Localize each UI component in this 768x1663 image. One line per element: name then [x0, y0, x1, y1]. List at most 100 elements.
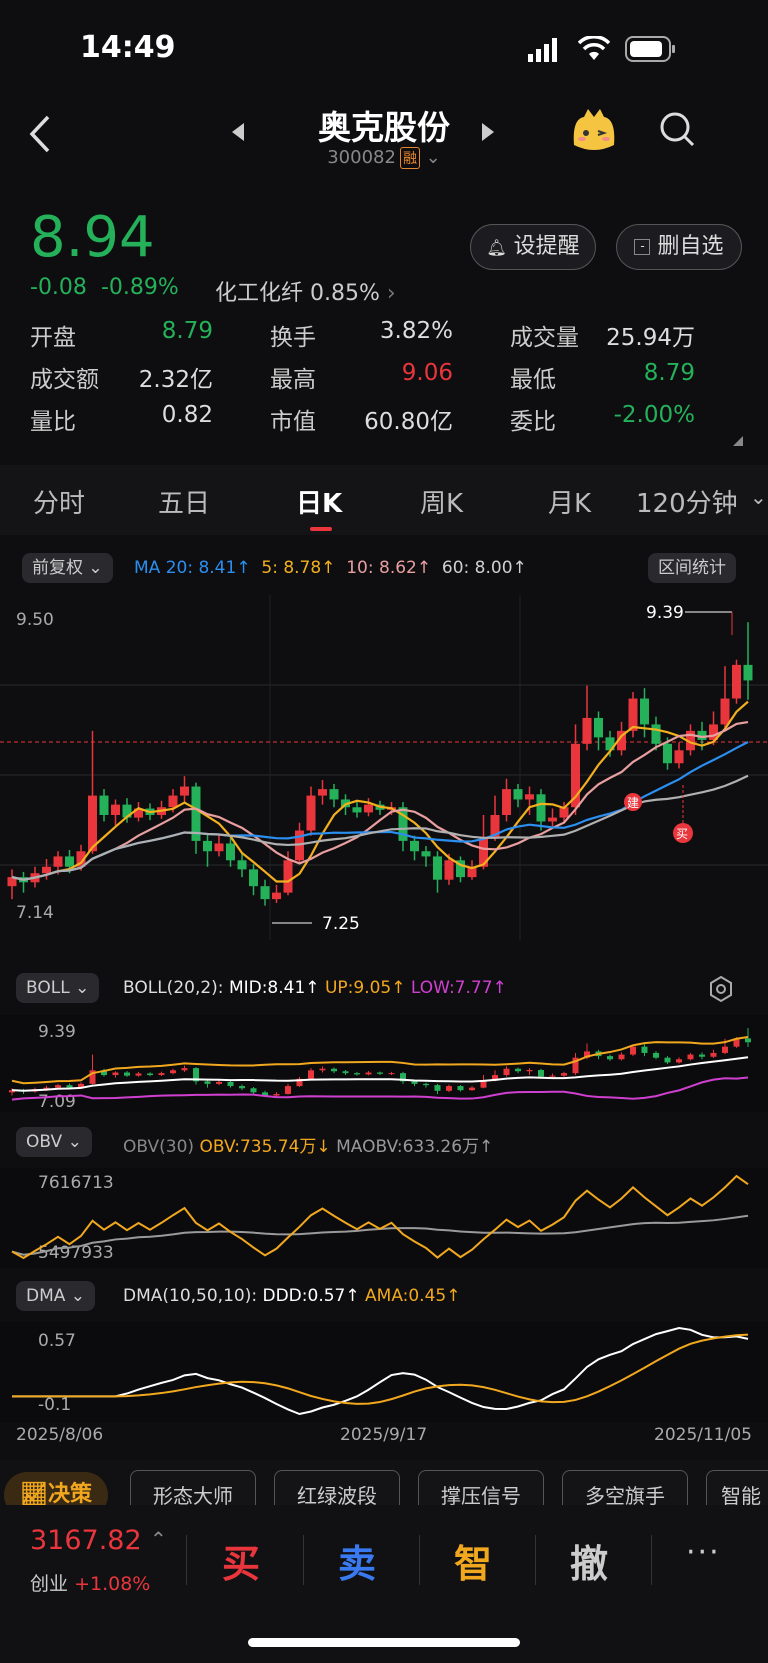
boll-candle-body	[630, 1046, 636, 1055]
boll-candle-body	[618, 1054, 625, 1060]
boll-candle-body	[112, 1072, 119, 1076]
dma-selector[interactable]: DMA ⌄	[16, 1281, 96, 1311]
boll-candle-body	[227, 1081, 234, 1087]
status-bar: 14:49	[0, 0, 768, 95]
candle-body	[249, 869, 258, 887]
sell-button[interactable]: 卖	[338, 1533, 376, 1588]
remove-watchlist-button[interactable]: - 删自选	[616, 224, 742, 270]
dma-chart[interactable]: 0.57 -0.1	[0, 1322, 768, 1422]
candle-body	[99, 795, 109, 815]
divider	[651, 1535, 652, 1585]
candle-body	[53, 856, 63, 867]
stat-value: -2.00%	[613, 402, 695, 428]
more-button[interactable]: ···	[686, 1535, 721, 1570]
candle-body	[168, 795, 178, 808]
sector-text: 化工化纤 0.85%	[215, 281, 380, 306]
smart-button[interactable]: 智	[454, 1533, 492, 1588]
chevron-up-icon[interactable]: ⌃	[150, 1527, 167, 1551]
buy-button[interactable]: 买	[222, 1533, 260, 1588]
tab-period[interactable]: 120分钟	[636, 483, 738, 520]
candle-body	[743, 664, 753, 681]
ma60-value: 60: 8.00↑	[441, 558, 527, 578]
candle-body	[732, 664, 741, 699]
candle-body	[651, 724, 661, 744]
boll-candle-body	[170, 1070, 176, 1074]
strategy-toolbar: 📈︎决策 形态大师 红绿波段 撑压信号 多空旗手 智能	[0, 1460, 768, 1505]
next-stock-icon[interactable]	[480, 121, 496, 143]
boll-candle-body	[285, 1086, 291, 1094]
candle-body	[364, 804, 373, 813]
boll-candle-body	[687, 1054, 694, 1060]
decision-button[interactable]: 📈︎决策	[4, 1472, 108, 1505]
index-value[interactable]: 3167.82	[30, 1525, 142, 1556]
battery-icon	[625, 36, 675, 62]
obv-chart[interactable]: 7616713 5497933	[0, 1168, 768, 1268]
stat-label: 量比	[30, 409, 76, 435]
stock-code-row: 300082 融 ⌄	[0, 147, 768, 169]
boll-candle-body	[250, 1088, 257, 1093]
date-start: 2025/8/06	[16, 1425, 104, 1445]
cancel-order-button[interactable]: 撤	[570, 1533, 608, 1588]
smart-tool-button[interactable]: 智能	[706, 1470, 768, 1505]
pattern-master-button[interactable]: 形态大师	[130, 1470, 256, 1505]
stat-label: 换手	[270, 325, 316, 351]
stats-row: 成交额 2.32亿 最高 9.06 最低 8.79	[30, 360, 740, 402]
boll-candle-body	[676, 1059, 682, 1063]
adjust-selector[interactable]: 前复权 ⌄	[22, 553, 113, 583]
tab-period[interactable]: 分时	[33, 483, 85, 520]
boll-up: UP:9.05↑	[324, 978, 406, 998]
bottom-trade-bar: 3167.82 ⌃ 创业 +1.08% 买 卖 智 撤 ···	[0, 1505, 768, 1663]
tab-period[interactable]: 五日	[158, 483, 210, 520]
candle-body	[88, 795, 97, 852]
low-label: 7.25	[322, 914, 360, 934]
bull-bear-flag-button[interactable]: 多空旗手	[562, 1470, 688, 1505]
expand-corner-icon[interactable]	[733, 436, 743, 446]
wifi-icon	[578, 36, 610, 60]
chevron-down-icon[interactable]: ⌄	[426, 147, 441, 168]
date-mid: 2025/9/17	[340, 1425, 428, 1445]
divider	[419, 1535, 420, 1585]
boll-candle-body	[411, 1081, 418, 1084]
change-percent: -0.89%	[100, 275, 179, 300]
boll-candle-body	[158, 1073, 165, 1076]
sector-link[interactable]: 化工化纤 0.85% ›	[215, 275, 396, 307]
stat-label: 市值	[270, 409, 316, 435]
boll-chart[interactable]: 9.39 7.09	[0, 1015, 768, 1112]
home-indicator	[248, 1638, 520, 1647]
kline-chart[interactable]: 9.50 7.14 9.39 7.25 建 买	[0, 595, 768, 940]
decision-icon: 📈︎	[20, 1482, 48, 1505]
quote-stats: 开盘 8.79 换手 3.82% 成交量 25.94万 成交额 2.32亿 最高 9.06 最低 8.…	[30, 318, 740, 444]
status-time: 14:49	[80, 30, 176, 65]
obv-legend: OBV(30) OBV:735.74万↓ MAOBV:633.26万↑	[123, 1132, 493, 1157]
ma10-value: 10: 8.62↑	[346, 558, 432, 578]
settings-icon[interactable]	[707, 975, 735, 1003]
candle-body	[260, 886, 270, 900]
tab-period[interactable]: 日K	[296, 483, 342, 520]
obv-selector[interactable]: OBV ⌄	[16, 1127, 92, 1157]
mascot-icon[interactable]	[568, 105, 620, 155]
boll-candle-body	[216, 1081, 222, 1084]
y-axis-bottom: 7.14	[16, 903, 54, 923]
boll-selector[interactable]: BOLL ⌄	[16, 973, 100, 1003]
range-stats-button[interactable]: 区间统计	[648, 553, 736, 583]
chevron-down-icon: ⌄	[70, 1286, 86, 1306]
candle-body	[272, 892, 281, 900]
boll-candle-body	[526, 1069, 533, 1072]
boll-candle-body	[699, 1054, 705, 1057]
boll-candle-body	[446, 1086, 452, 1091]
tab-period[interactable]: 月K	[548, 483, 591, 520]
chevron-down-icon[interactable]: ⌄	[750, 485, 767, 509]
boll-candle-body	[469, 1087, 475, 1091]
search-icon[interactable]	[658, 110, 696, 148]
tab-period[interactable]: 周K	[420, 483, 463, 520]
set-alert-button[interactable]: 🔔︎ 设提醒	[470, 224, 596, 270]
dma-axis-top: 0.57	[38, 1331, 76, 1351]
support-resistance-button[interactable]: 撑压信号	[418, 1470, 544, 1505]
index-row: 创业 +1.08%	[30, 1569, 150, 1596]
boll-candle-body	[653, 1052, 659, 1058]
red-green-band-button[interactable]: 红绿波段	[274, 1470, 400, 1505]
boll-candle-body	[423, 1083, 429, 1086]
set-alert-label: 设提醒	[513, 234, 580, 259]
obv-value: OBV:735.74万↓	[199, 1137, 331, 1157]
boll-low: LOW:7.77↑	[410, 978, 507, 998]
